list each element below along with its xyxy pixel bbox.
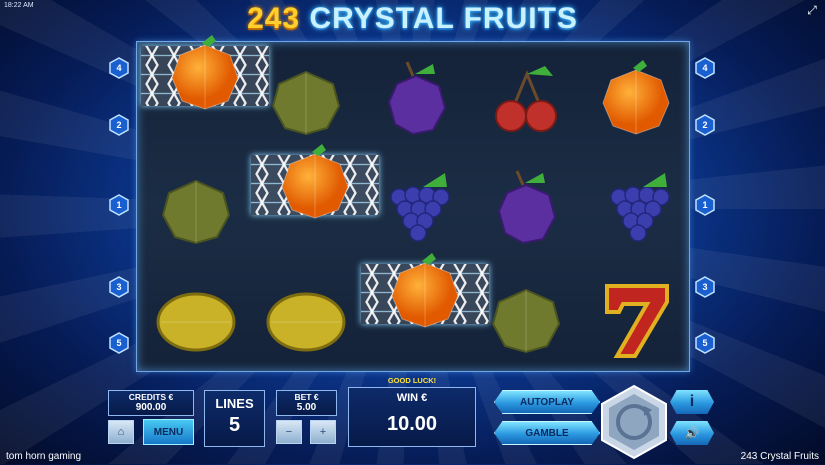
reel-symbol-orange: [251, 144, 379, 219]
menu-button[interactable]: MENU: [143, 419, 194, 445]
minus-icon: −: [285, 426, 293, 438]
game-title: 243 CRYSTAL FRUITS: [0, 2, 825, 36]
gamble-button[interactable]: GAMBLE: [494, 421, 600, 445]
payline-marker-right-3: 3: [694, 276, 716, 298]
reel-symbol-lemon: [141, 264, 251, 374]
payline-marker-left-5: 5: [108, 332, 130, 354]
payline-marker-left-4: 4: [108, 57, 130, 79]
credits-value: 900.00: [135, 402, 167, 413]
bet-panel: BET € 5.00: [276, 390, 337, 416]
title-number: 243: [247, 2, 301, 35]
home-button[interactable]: ⌂: [108, 420, 134, 444]
reel-symbol-lemon: [251, 264, 361, 374]
lines-panel: LINES 5: [204, 390, 265, 447]
bet-increase-button[interactable]: +: [310, 420, 336, 444]
reel-symbol-seven: [581, 264, 691, 374]
spin-icon: [601, 384, 667, 460]
bet-value: 5.00: [296, 402, 317, 413]
credits-panel: CREDITS € 900.00: [108, 390, 194, 416]
reel-grid[interactable]: [136, 35, 691, 374]
payline-marker-right-5: 5: [694, 332, 716, 354]
bet-label: BET €: [294, 392, 319, 402]
reel-symbol-orange: [141, 35, 269, 110]
payline-marker-left-2: 2: [108, 114, 130, 136]
win-value: 10.00: [386, 413, 438, 435]
payline-marker-left-1: 1: [108, 194, 130, 216]
reel-symbol-grapes: [361, 155, 471, 265]
reel-symbol-kiwi: [471, 264, 581, 374]
payline-marker-right-2: 2: [694, 114, 716, 136]
lines-label: LINES: [215, 396, 254, 411]
payline-marker-left-3: 3: [108, 276, 130, 298]
spin-button[interactable]: [598, 384, 670, 460]
payline-marker-right-4: 4: [694, 57, 716, 79]
brand-label: tom horn gaming: [6, 451, 82, 462]
reel-symbol-grapes: [581, 155, 691, 265]
sound-icon: 🔊: [684, 426, 700, 440]
game-name-label: 243 Crystal Fruits: [740, 451, 819, 462]
sound-button[interactable]: 🔊: [670, 421, 714, 445]
plus-icon: +: [319, 426, 327, 438]
title-text: CRYSTAL FRUITS: [309, 2, 578, 35]
reel-symbol-plum: [471, 155, 581, 265]
reel-symbol-cherries: [471, 46, 581, 156]
status-message: GOOD LUCK!: [387, 376, 437, 385]
payline-marker-right-1: 1: [694, 194, 716, 216]
reel-symbol-orange: [581, 46, 691, 156]
win-panel: WIN € 10.00: [348, 387, 476, 447]
info-button[interactable]: i: [670, 390, 714, 414]
win-label: WIN €: [396, 392, 428, 404]
house-icon: ⌂: [117, 426, 125, 438]
autoplay-button[interactable]: AUTOPLAY: [494, 390, 600, 414]
lines-value: 5: [228, 414, 241, 436]
reel-symbol-kiwi: [251, 46, 361, 156]
bet-decrease-button[interactable]: −: [276, 420, 302, 444]
credits-label: CREDITS €: [128, 392, 174, 402]
reel-symbol-orange: [361, 253, 489, 328]
reel-symbol-plum: [361, 46, 471, 156]
reel-symbol-kiwi: [141, 155, 251, 265]
